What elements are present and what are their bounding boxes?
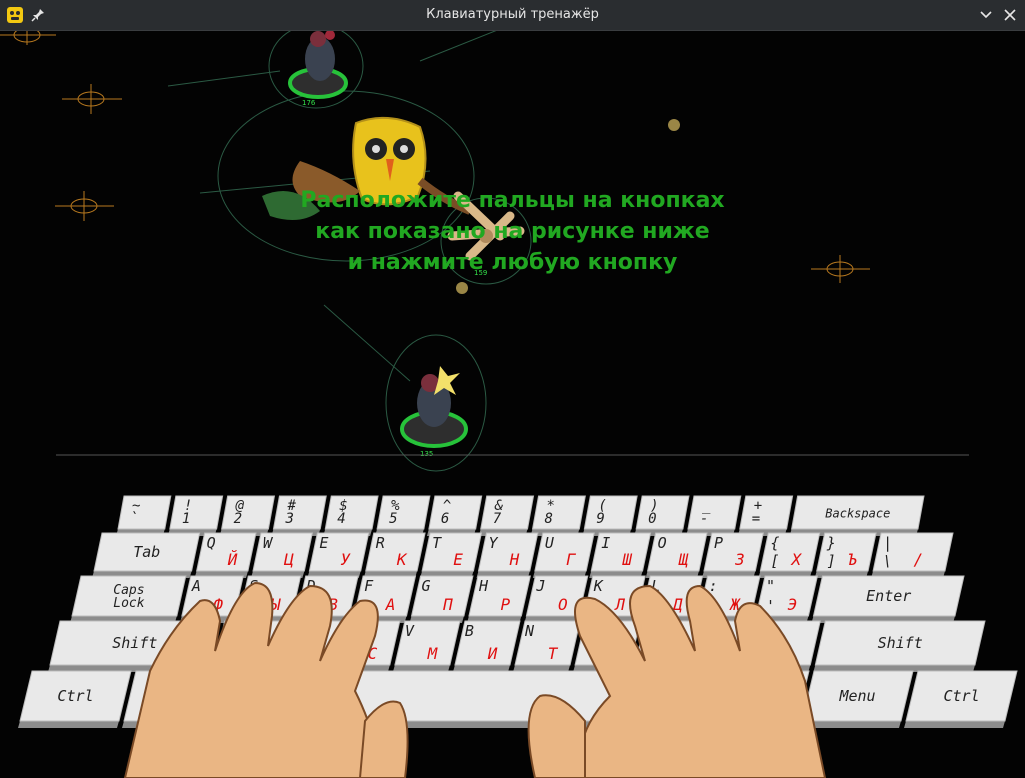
left-hand <box>123 581 409 778</box>
right-hand <box>527 584 827 778</box>
title-bar: Клавиатурный тренажёр <box>0 0 1025 31</box>
window-title: Клавиатурный тренажёр <box>426 7 599 22</box>
close-icon[interactable] <box>1001 6 1019 24</box>
game-field[interactable]: 176 159 135 Расположите пальцы на кнопка… <box>0 31 1025 778</box>
hands-overlay <box>123 581 827 778</box>
minimize-chevron-icon[interactable] <box>977 6 995 24</box>
